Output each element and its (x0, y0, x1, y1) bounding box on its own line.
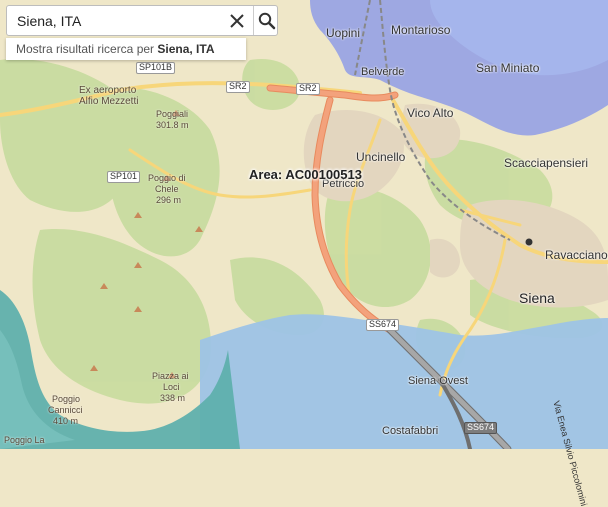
place-siena: Siena (519, 290, 555, 306)
clear-search-button[interactable] (221, 6, 253, 35)
place-ex-aeroporto: Ex aeroporto (79, 85, 137, 96)
road-shield-sr2-b: SR2 (296, 83, 320, 95)
peak-loci-elev: 338 m (160, 393, 186, 403)
search-button[interactable] (253, 6, 279, 35)
peak-cannicci-name: Poggio (52, 394, 81, 404)
peak-chele-name2: Chele (155, 184, 179, 194)
peak-chele-name: Poggio di (148, 173, 186, 183)
area-label[interactable]: Area: AC00100513 (249, 167, 362, 182)
road-shield-sp101: SP101 (107, 171, 141, 183)
siena-center-marker (525, 238, 533, 246)
place-vico-alto: Vico Alto (407, 106, 454, 120)
peak-cannicci-elev: 410 m (53, 416, 79, 426)
search-suggestion[interactable]: Mostra risultati ricerca per Siena, ITA (6, 38, 246, 60)
place-uncinello: Uncinello (356, 150, 406, 164)
peak-poggiali-name: Poggiali (156, 109, 189, 119)
place-scacciapensieri: Scacciapensieri (504, 156, 589, 170)
peak-loci-name2: Loci (163, 382, 180, 392)
search-bar (6, 5, 278, 36)
place-costafabbri: Costafabbri (382, 425, 439, 437)
place-belverde: Belverde (361, 66, 405, 78)
close-icon (230, 13, 244, 28)
suggestion-term: Siena, ITA (157, 42, 215, 56)
suggestion-prefix: Mostra risultati ricerca per (16, 42, 158, 56)
road-shield-ss674-b: SS674 (464, 422, 498, 434)
road-shield-sr2-a: SR2 (226, 81, 250, 93)
peak-cannicci-name2: Cannicci (48, 405, 83, 415)
search-icon (258, 12, 275, 29)
place-uopini: Uopini (326, 26, 361, 40)
place-montarioso: Montarioso (391, 23, 451, 37)
place-ravacciano: Ravacciano (545, 248, 608, 262)
place-siena-ovest: Siena Ovest (408, 375, 468, 387)
road-shield-sp101b: SP101B (136, 62, 176, 74)
place-alfio-mezzetti: Alfio Mezzetti (79, 96, 139, 107)
peak-loci-name: Piazza ai (152, 371, 189, 381)
peak-la-name: Poggio La (4, 435, 45, 445)
peak-chele-elev: 296 m (156, 195, 182, 205)
place-san-miniato: San Miniato (476, 61, 540, 75)
road-shield-ss674-a: SS674 (366, 319, 400, 331)
search-input[interactable] (7, 6, 217, 35)
peak-poggiali-elev: 301.8 m (156, 120, 189, 130)
